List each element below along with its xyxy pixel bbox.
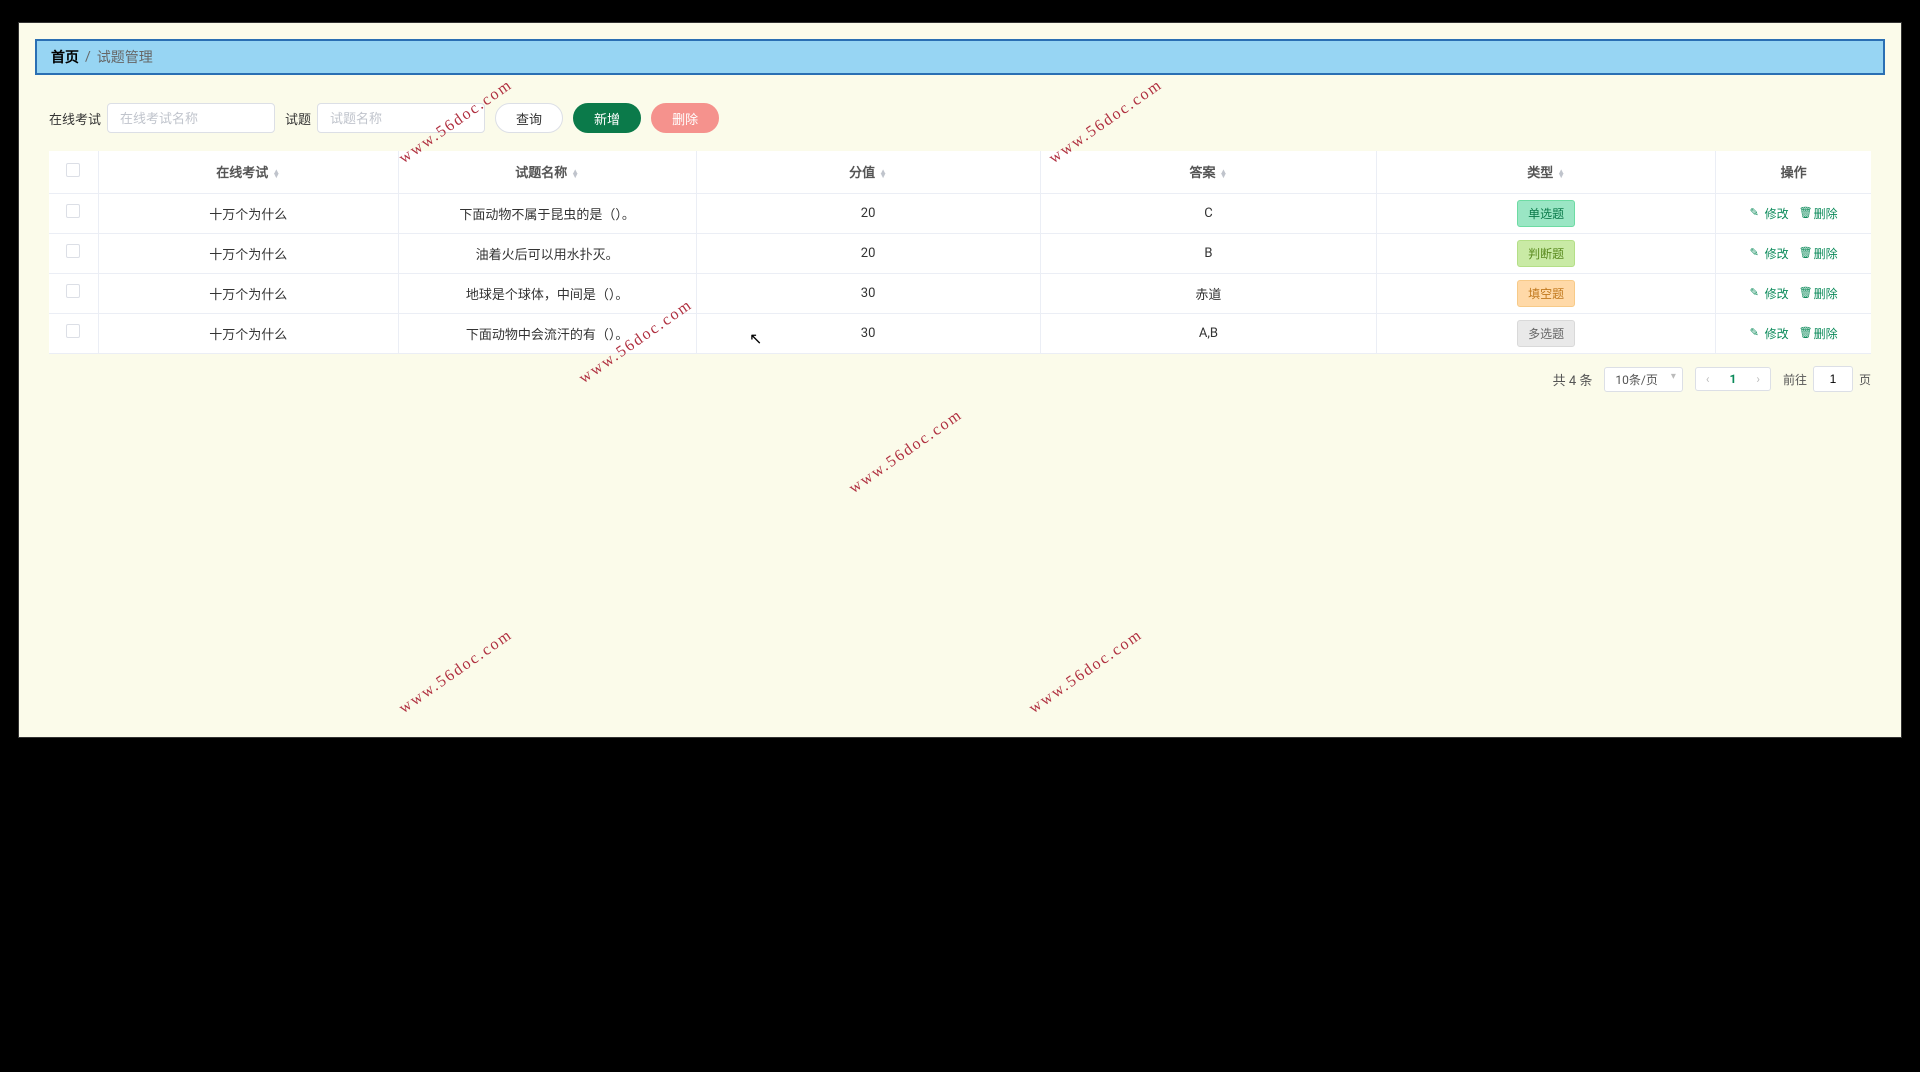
- delete-row-button[interactable]: 删除: [1799, 325, 1838, 342]
- cell-score: 30: [696, 273, 1040, 313]
- table: 在线考试▲▼ 试题名称▲▼ 分值▲▼ 答案▲▼ 类型▲▼ 操作 十万个为什么 下…: [49, 151, 1871, 354]
- table-row: 十万个为什么 下面动物不属于昆虫的是（）。 20 C 单选题 修改 删除: [49, 193, 1871, 233]
- delete-row-button[interactable]: 删除: [1799, 205, 1838, 222]
- sort-icon: ▲▼: [571, 170, 579, 178]
- col-exam[interactable]: 在线考试▲▼: [98, 151, 398, 193]
- edit-icon: [1750, 207, 1762, 219]
- delete-icon: [1799, 207, 1811, 219]
- row-checkbox[interactable]: [66, 204, 80, 218]
- cell-exam: 十万个为什么: [98, 273, 398, 313]
- type-tag: 判断题: [1517, 240, 1575, 267]
- cell-type: 填空题: [1377, 273, 1716, 313]
- delete-button[interactable]: 删除: [651, 103, 719, 133]
- row-checkbox[interactable]: [66, 284, 80, 298]
- sort-icon: ▲▼: [1557, 170, 1565, 178]
- next-page-button[interactable]: ›: [1746, 368, 1770, 390]
- watermark: www.56doc.com: [396, 626, 516, 718]
- page-jump: 前往 页: [1783, 366, 1871, 392]
- row-checkbox[interactable]: [66, 324, 80, 338]
- pagination: 共 4 条 10条/页 ‹ 1 › 前往 页: [19, 354, 1901, 392]
- toolbar: 在线考试 试题 查询 新增 删除: [19, 75, 1901, 151]
- current-page[interactable]: 1: [1719, 368, 1746, 390]
- table-header-row: 在线考试▲▼ 试题名称▲▼ 分值▲▼ 答案▲▼ 类型▲▼ 操作: [49, 151, 1871, 193]
- exam-label: 在线考试: [49, 109, 101, 128]
- breadcrumb-home[interactable]: 首页: [51, 47, 79, 67]
- edit-button[interactable]: 修改: [1750, 325, 1789, 342]
- select-all-checkbox[interactable]: [66, 163, 80, 177]
- edit-button[interactable]: 修改: [1750, 285, 1789, 302]
- col-score[interactable]: 分值▲▼: [696, 151, 1040, 193]
- cell-type: 单选题: [1377, 193, 1716, 233]
- question-label: 试题: [285, 109, 311, 128]
- cell-exam: 十万个为什么: [98, 193, 398, 233]
- col-operations: 操作: [1716, 151, 1871, 193]
- prev-page-button[interactable]: ‹: [1696, 368, 1720, 390]
- add-button[interactable]: 新增: [573, 103, 641, 133]
- exam-input[interactable]: [107, 103, 275, 133]
- row-checkbox[interactable]: [66, 244, 80, 258]
- app-frame: 首页 / 试题管理 在线考试 试题 查询 新增 删除 在线考试▲▼ 试题名称▲▼…: [18, 22, 1902, 738]
- cell-answer: C: [1040, 193, 1376, 233]
- question-input[interactable]: [317, 103, 485, 133]
- table-row: 十万个为什么 地球是个球体，中间是（）。 30 赤道 填空题 修改 删除: [49, 273, 1871, 313]
- watermark: www.56doc.com: [1026, 626, 1146, 718]
- sort-icon: ▲▼: [879, 170, 887, 178]
- delete-icon: [1799, 287, 1811, 299]
- sort-icon: ▲▼: [272, 170, 280, 178]
- breadcrumb-current: 试题管理: [97, 47, 153, 67]
- delete-row-button[interactable]: 删除: [1799, 285, 1838, 302]
- cell-answer: B: [1040, 233, 1376, 273]
- breadcrumb: 首页 / 试题管理: [35, 39, 1885, 75]
- breadcrumb-separator: /: [85, 49, 91, 65]
- page-jump-input[interactable]: [1813, 366, 1853, 392]
- watermark: www.56doc.com: [846, 406, 966, 498]
- edit-icon: [1750, 287, 1762, 299]
- delete-icon: [1799, 247, 1811, 259]
- delete-icon: [1799, 327, 1811, 339]
- cell-question-name: 下面动物不属于昆虫的是（）。: [398, 193, 696, 233]
- delete-row-button[interactable]: 删除: [1799, 245, 1838, 262]
- page-size-select[interactable]: 10条/页: [1604, 367, 1682, 392]
- cell-type: 多选题: [1377, 313, 1716, 353]
- cell-score: 20: [696, 233, 1040, 273]
- pager: ‹ 1 ›: [1695, 367, 1771, 391]
- cell-exam: 十万个为什么: [98, 313, 398, 353]
- edit-icon: [1750, 247, 1762, 259]
- cell-score: 20: [696, 193, 1040, 233]
- cell-answer: 赤道: [1040, 273, 1376, 313]
- table-row: 十万个为什么 下面动物中会流汗的有（）。 30 A,B 多选题 修改 删除: [49, 313, 1871, 353]
- type-tag: 单选题: [1517, 200, 1575, 227]
- edit-button[interactable]: 修改: [1750, 205, 1789, 222]
- sort-icon: ▲▼: [1219, 170, 1227, 178]
- cell-answer: A,B: [1040, 313, 1376, 353]
- pagination-total: 共 4 条: [1553, 370, 1593, 389]
- type-tag: 填空题: [1517, 280, 1575, 307]
- search-button[interactable]: 查询: [495, 103, 563, 133]
- type-tag: 多选题: [1517, 320, 1575, 347]
- cell-score: 30: [696, 313, 1040, 353]
- col-question-name[interactable]: 试题名称▲▼: [398, 151, 696, 193]
- cell-question-name: 油着火后可以用水扑灭。: [398, 233, 696, 273]
- col-type[interactable]: 类型▲▼: [1377, 151, 1716, 193]
- edit-button[interactable]: 修改: [1750, 245, 1789, 262]
- edit-icon: [1750, 327, 1762, 339]
- cell-exam: 十万个为什么: [98, 233, 398, 273]
- cell-type: 判断题: [1377, 233, 1716, 273]
- col-answer[interactable]: 答案▲▼: [1040, 151, 1376, 193]
- cell-question-name: 下面动物中会流汗的有（）。: [398, 313, 696, 353]
- table-row: 十万个为什么 油着火后可以用水扑灭。 20 B 判断题 修改 删除: [49, 233, 1871, 273]
- cell-question-name: 地球是个球体，中间是（）。: [398, 273, 696, 313]
